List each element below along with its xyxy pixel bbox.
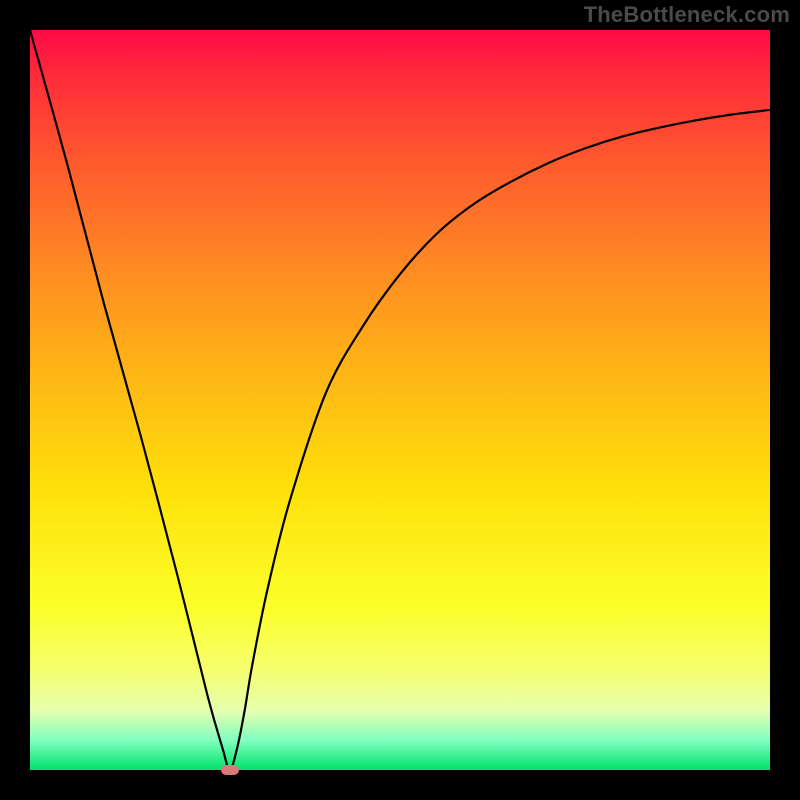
minimum-marker <box>221 765 239 775</box>
curve-svg <box>30 30 770 770</box>
watermark-text: TheBottleneck.com <box>584 2 790 28</box>
plot-area <box>30 30 770 770</box>
chart-frame: TheBottleneck.com <box>0 0 800 800</box>
bottleneck-curve <box>30 30 770 770</box>
